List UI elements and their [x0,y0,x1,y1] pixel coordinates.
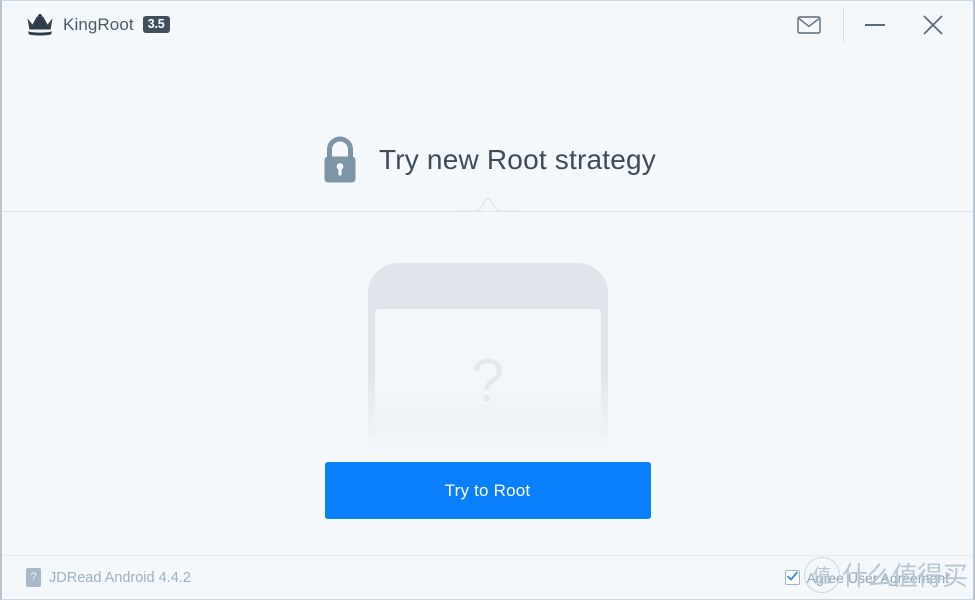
device-info: ? JDRead Android 4.4.2 [26,568,191,587]
app-brand: KingRoot 3.5 [26,13,170,36]
titlebar: KingRoot 3.5 [2,1,973,48]
try-to-root-button[interactable]: Try to Root [324,462,651,519]
agreement-area: Agree User Agreement [784,570,949,586]
kingroot-window: KingRoot 3.5 Try new Root strategy ? Try… [0,0,975,600]
mail-button[interactable] [787,1,831,48]
minimize-button[interactable] [853,1,897,48]
headline-text: Try new Root strategy [378,144,657,175]
lock-icon [319,134,361,186]
section-divider [2,197,973,212]
question-mark-icon: ? [470,347,505,414]
version-badge: 3.5 [142,15,170,34]
unknown-device-phone-illustration: ? [367,263,608,453]
crown-icon [26,13,54,36]
headline: Try new Root strategy [2,134,973,186]
titlebar-actions [787,1,973,48]
agreement-label[interactable]: Agree User Agreement [807,570,949,586]
app-name: KingRoot [63,14,134,34]
close-button[interactable] [911,1,955,48]
minimize-icon [865,23,885,26]
titlebar-separator [843,7,844,42]
divider-notch-icon [457,197,518,212]
device-model-label: JDRead Android 4.4.2 [49,569,191,586]
help-icon[interactable]: ? [26,568,41,587]
agreement-checkbox[interactable] [784,570,800,585]
statusbar: ? JDRead Android 4.4.2 Agree User Agreem… [2,555,973,599]
